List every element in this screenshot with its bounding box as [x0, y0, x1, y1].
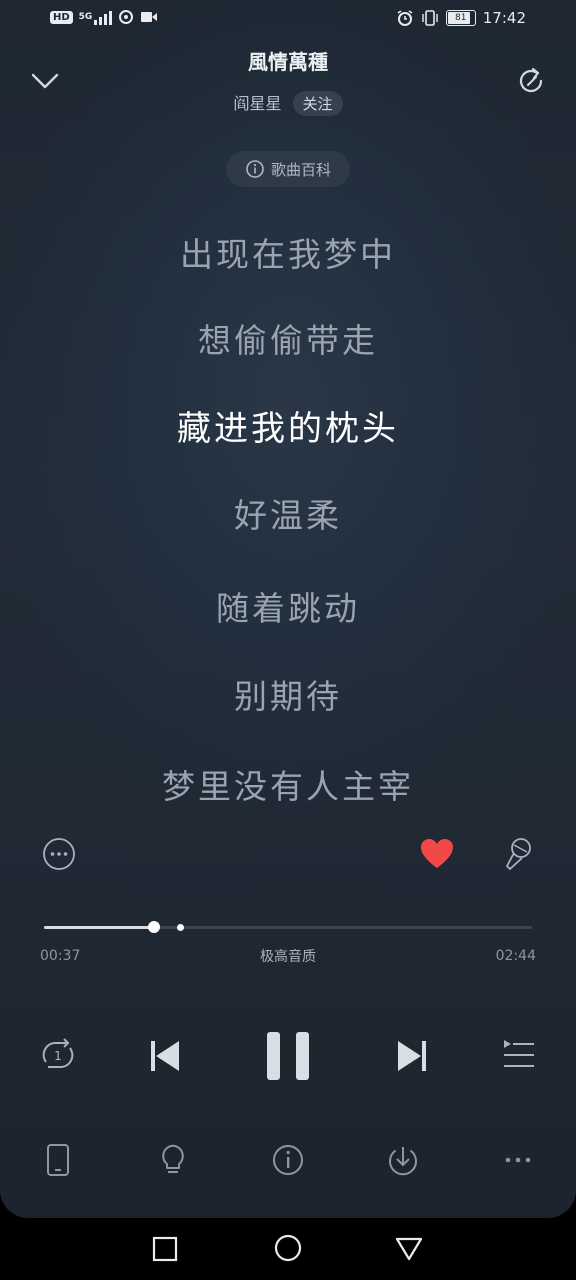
info-circle-icon [246, 160, 264, 178]
duration-time: 02:44 [495, 948, 536, 964]
follow-button[interactable]: 关注 [292, 91, 343, 116]
artist-row: 阎星星 关注 [0, 90, 576, 116]
lyric-line[interactable]: 出现在我梦中 [0, 228, 576, 276]
progress-handle[interactable] [148, 921, 161, 933]
more-icon[interactable] [42, 837, 76, 871]
lyric-line[interactable]: 好温柔 [0, 489, 576, 537]
video-icon [141, 12, 158, 22]
song-wiki-label: 歌曲百科 [270, 160, 331, 179]
status-bar: HD 5G 81 17:42 [0, 0, 576, 38]
network-label: 5G [78, 12, 93, 22]
pause-icon[interactable] [264, 1030, 312, 1082]
player-screen: HD 5G 81 17:42 風情萬種 阎星星 关注 歌曲百科 出现在我梦中 想… [0, 0, 576, 1218]
alarm-icon [397, 10, 413, 26]
lyric-line[interactable]: 随着跳动 [0, 582, 576, 630]
hd-badge: HD [50, 10, 73, 24]
lyric-line[interactable]: 想偷偷带走 [0, 314, 576, 362]
svg-text:1: 1 [54, 1049, 62, 1063]
lyric-line[interactable]: 别期待 [0, 670, 576, 718]
heart-icon[interactable] [419, 837, 455, 871]
status-time: 17:42 [482, 9, 526, 27]
ellipsis-icon[interactable] [500, 1142, 536, 1178]
download-icon[interactable] [385, 1142, 421, 1178]
vibrate-icon [422, 10, 438, 26]
signal-icon [94, 9, 113, 25]
info-icon[interactable] [270, 1142, 306, 1178]
artist-name[interactable]: 阎星星 [233, 94, 281, 113]
hotspot-icon [119, 10, 134, 24]
refresh-share-icon[interactable] [514, 64, 548, 98]
lyric-line[interactable]: 梦里没有人主宰 [0, 760, 576, 808]
audio-quality[interactable]: 极高音质 [0, 946, 576, 966]
back-triangle-icon[interactable] [395, 1236, 423, 1262]
previous-icon[interactable] [148, 1038, 182, 1074]
song-title: 風情萬種 [248, 50, 328, 74]
repeat-one-icon[interactable]: 1 [40, 1038, 76, 1072]
buffer-marker [177, 924, 185, 931]
phone-device-icon[interactable] [40, 1142, 76, 1178]
next-icon[interactable] [395, 1038, 429, 1074]
system-nav-bar [0, 1218, 576, 1280]
microphone-icon[interactable] [503, 836, 535, 872]
playlist-icon[interactable] [500, 1038, 536, 1072]
lyric-line-active[interactable]: 藏进我的枕头 [0, 401, 576, 450]
battery-indicator: 81 [445, 10, 476, 26]
song-wiki-button[interactable]: 歌曲百科 [226, 151, 350, 187]
progress-played [44, 926, 155, 929]
home-icon[interactable] [274, 1234, 302, 1262]
recents-icon[interactable] [152, 1236, 178, 1262]
lightbulb-icon[interactable] [155, 1142, 191, 1178]
